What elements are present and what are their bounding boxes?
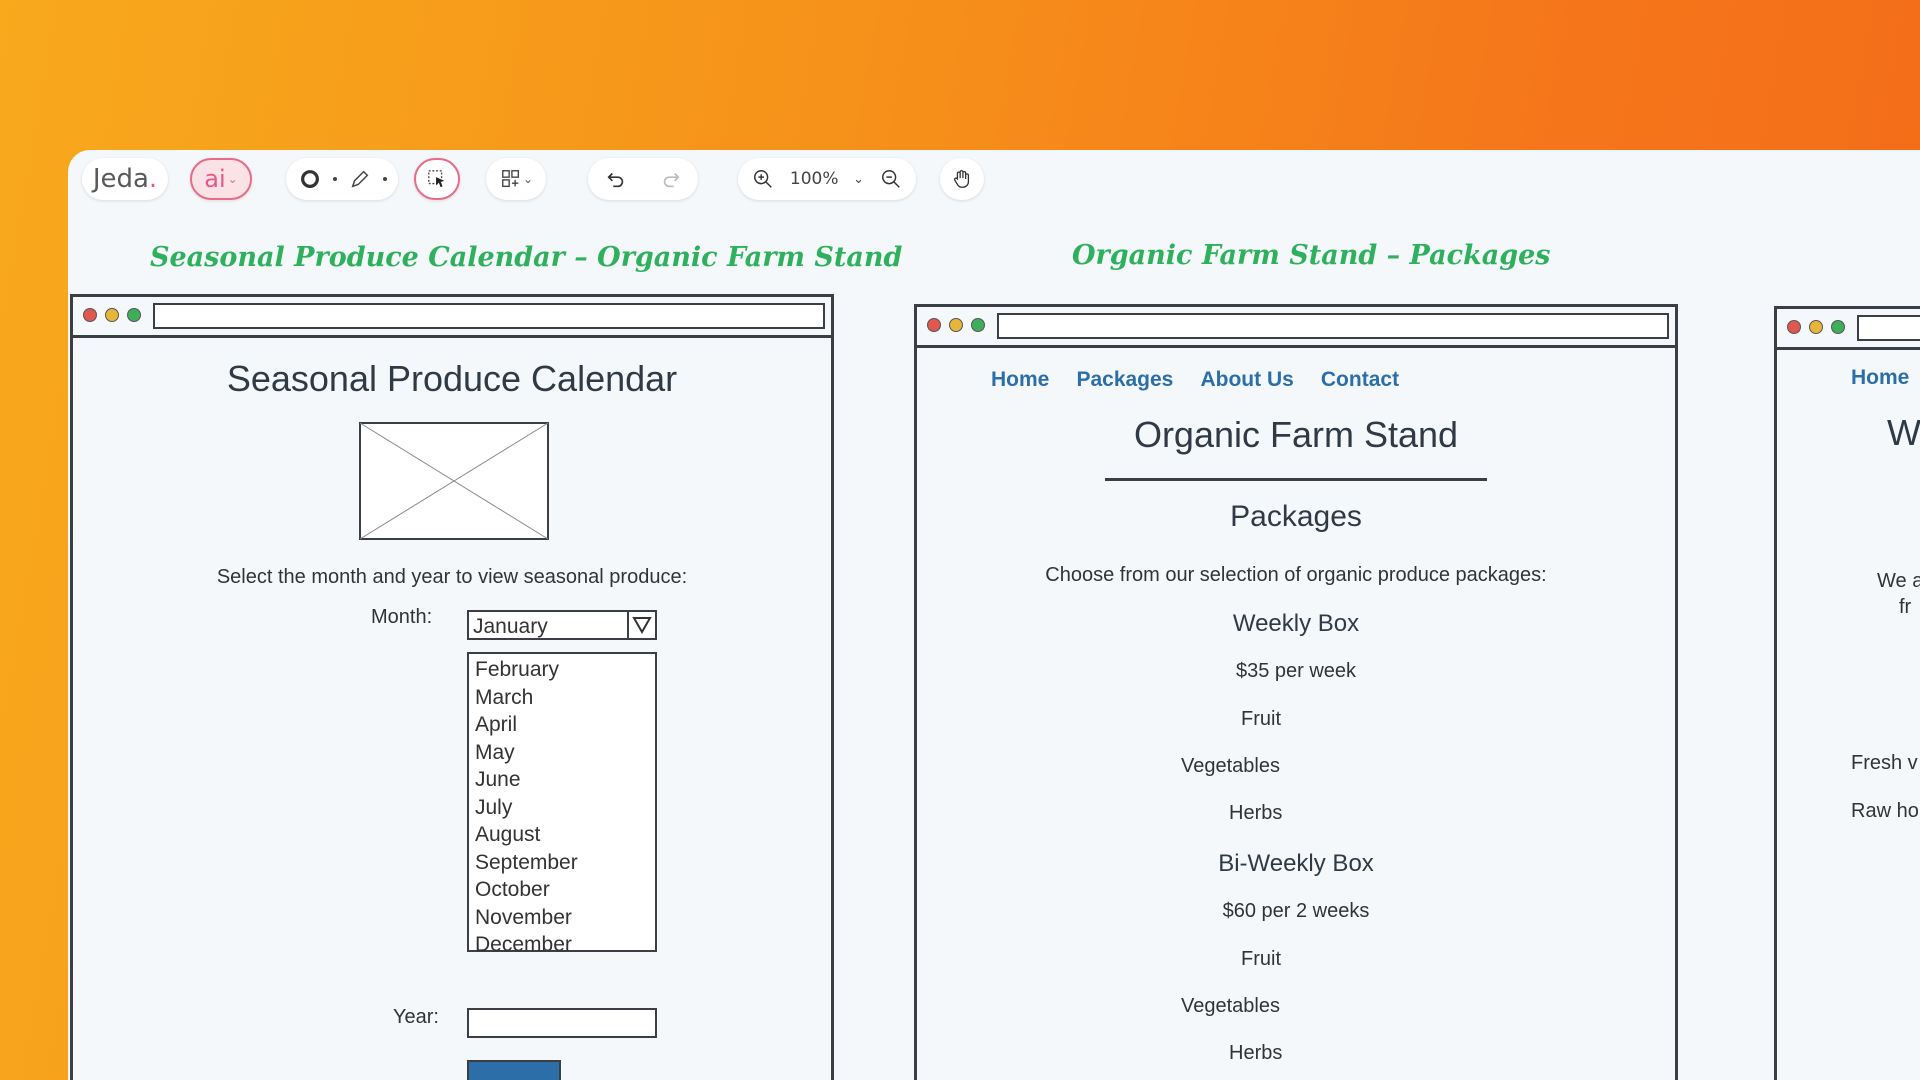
browser-frame-packages[interactable]: Home Packages About Us Contact Organic F…	[914, 304, 1678, 1080]
list-item: Fresh v	[1851, 752, 1918, 774]
browser-frame-calendar[interactable]: Seasonal Produce Calendar Select the mon…	[70, 294, 834, 1080]
maximize-dot-icon	[127, 308, 141, 322]
maximize-dot-icon	[971, 318, 985, 332]
month-select[interactable]: January	[467, 610, 657, 640]
ai-label: ai	[204, 165, 226, 193]
window-controls	[1787, 320, 1845, 334]
chevron-down-icon[interactable]	[627, 612, 655, 638]
maximize-dot-icon	[1831, 320, 1845, 334]
nav-home[interactable]: Home	[991, 368, 1049, 391]
year-input[interactable]	[467, 1008, 657, 1038]
logo-text: Jeda	[92, 164, 149, 194]
year-label: Year:	[393, 1006, 439, 1028]
page-heading: W	[1887, 412, 1920, 453]
month-option[interactable]: April	[475, 711, 649, 739]
chevron-down-icon: ⌄	[227, 172, 238, 186]
nav-bar: Home Packages About Us Contact	[991, 368, 1421, 392]
frame-title[interactable]: Organic Farm Stand – Packages	[1072, 240, 1550, 271]
redo-icon[interactable]	[659, 167, 683, 191]
jeda-logo[interactable]: Jeda.	[82, 158, 168, 200]
address-bar[interactable]	[997, 313, 1669, 339]
site-name: Organic Farm Stand	[1133, 414, 1459, 455]
month-option[interactable]: July	[475, 794, 649, 822]
package-item: Herbs	[1229, 1042, 1283, 1064]
nav-home[interactable]: Home	[1851, 366, 1909, 389]
month-option[interactable]: February	[475, 656, 649, 684]
ai-button[interactable]: ai ⌄	[190, 158, 252, 200]
browser-frame-about[interactable]: Home W We a fr Fresh v Raw ho	[1774, 306, 1920, 1080]
frame-title[interactable]: Seasonal Produce Calendar – Organic Farm…	[150, 242, 902, 273]
divider	[1105, 478, 1487, 481]
package-item: Vegetables	[1181, 755, 1280, 777]
address-bar[interactable]	[153, 303, 825, 329]
instruction-text: Select the month and year to view season…	[216, 566, 688, 588]
select-cursor-icon	[425, 167, 449, 191]
nav-about-us[interactable]: About Us	[1200, 368, 1293, 391]
chevron-down-icon[interactable]: ⌄	[853, 172, 864, 187]
select-tool-button[interactable]	[414, 158, 460, 200]
month-label: Month:	[371, 606, 433, 628]
about-text-line: fr	[1899, 596, 1912, 618]
month-option[interactable]: December	[475, 931, 649, 959]
close-dot-icon	[83, 308, 97, 322]
components-button[interactable]: ⌄	[486, 158, 546, 200]
minimize-dot-icon	[949, 318, 963, 332]
package-name: Weekly Box	[1232, 610, 1360, 637]
about-text-line: We a	[1877, 570, 1920, 592]
month-option[interactable]: August	[475, 821, 649, 849]
browser-bar	[917, 307, 1675, 348]
browser-bar	[73, 297, 831, 338]
drawing-tools	[286, 158, 398, 200]
close-dot-icon	[1787, 320, 1801, 334]
image-placeholder	[359, 422, 549, 540]
month-option[interactable]: September	[475, 849, 649, 877]
package-name: Bi-Weekly Box	[1218, 850, 1374, 877]
minimize-dot-icon	[1809, 320, 1823, 334]
page-heading: Seasonal Produce Calendar	[226, 358, 678, 399]
submit-button[interactable]	[467, 1060, 561, 1080]
close-dot-icon	[927, 318, 941, 332]
logo-dot: .	[148, 164, 158, 194]
package-item: Herbs	[1229, 802, 1283, 824]
chevron-down-icon: ⌄	[522, 172, 534, 186]
month-option[interactable]: March	[475, 684, 649, 712]
dot-icon	[332, 177, 337, 181]
nav-bar: Home	[1851, 366, 1920, 390]
package-item: Fruit	[1241, 948, 1281, 970]
package-item: Fruit	[1241, 708, 1281, 730]
zoom-out-icon[interactable]	[879, 167, 903, 191]
browser-bar	[1777, 309, 1920, 350]
intro-text: Choose from our selection of organic pro…	[1045, 564, 1547, 586]
list-item: Raw ho	[1851, 800, 1919, 822]
month-dropdown-list[interactable]: February March April May June July Augus…	[467, 652, 657, 956]
nav-contact[interactable]: Contact	[1321, 368, 1399, 391]
zoom-controls: 100% ⌄	[738, 158, 916, 200]
window-controls	[927, 318, 985, 332]
package-price: $60 per 2 weeks	[1222, 900, 1370, 922]
section-heading: Packages	[1230, 500, 1362, 533]
package-price: $35 per week	[1235, 660, 1357, 682]
month-option[interactable]: May	[475, 739, 649, 767]
minimize-dot-icon	[105, 308, 119, 322]
shape-circle-icon[interactable]	[298, 167, 322, 191]
zoom-level[interactable]: 100%	[790, 169, 839, 189]
pencil-icon[interactable]	[348, 167, 372, 191]
month-option[interactable]: June	[475, 766, 649, 794]
canvas[interactable]: Jeda. ai ⌄ ⌄ 100% ⌄ Seasonal Produce Cale…	[68, 150, 1920, 1080]
hand-icon	[950, 167, 974, 191]
grid-add-icon	[499, 167, 523, 191]
pan-tool-button[interactable]	[940, 158, 984, 200]
history-controls	[588, 158, 698, 200]
address-bar[interactable]	[1857, 315, 1920, 341]
undo-icon[interactable]	[604, 167, 628, 191]
window-controls	[83, 308, 141, 322]
dot-icon	[382, 177, 387, 181]
month-option[interactable]: October	[475, 876, 649, 904]
zoom-in-icon[interactable]	[751, 167, 775, 191]
nav-packages[interactable]: Packages	[1076, 368, 1173, 391]
package-item: Vegetables	[1181, 995, 1280, 1017]
month-selected-value: January	[473, 615, 548, 638]
month-option[interactable]: November	[475, 904, 649, 932]
